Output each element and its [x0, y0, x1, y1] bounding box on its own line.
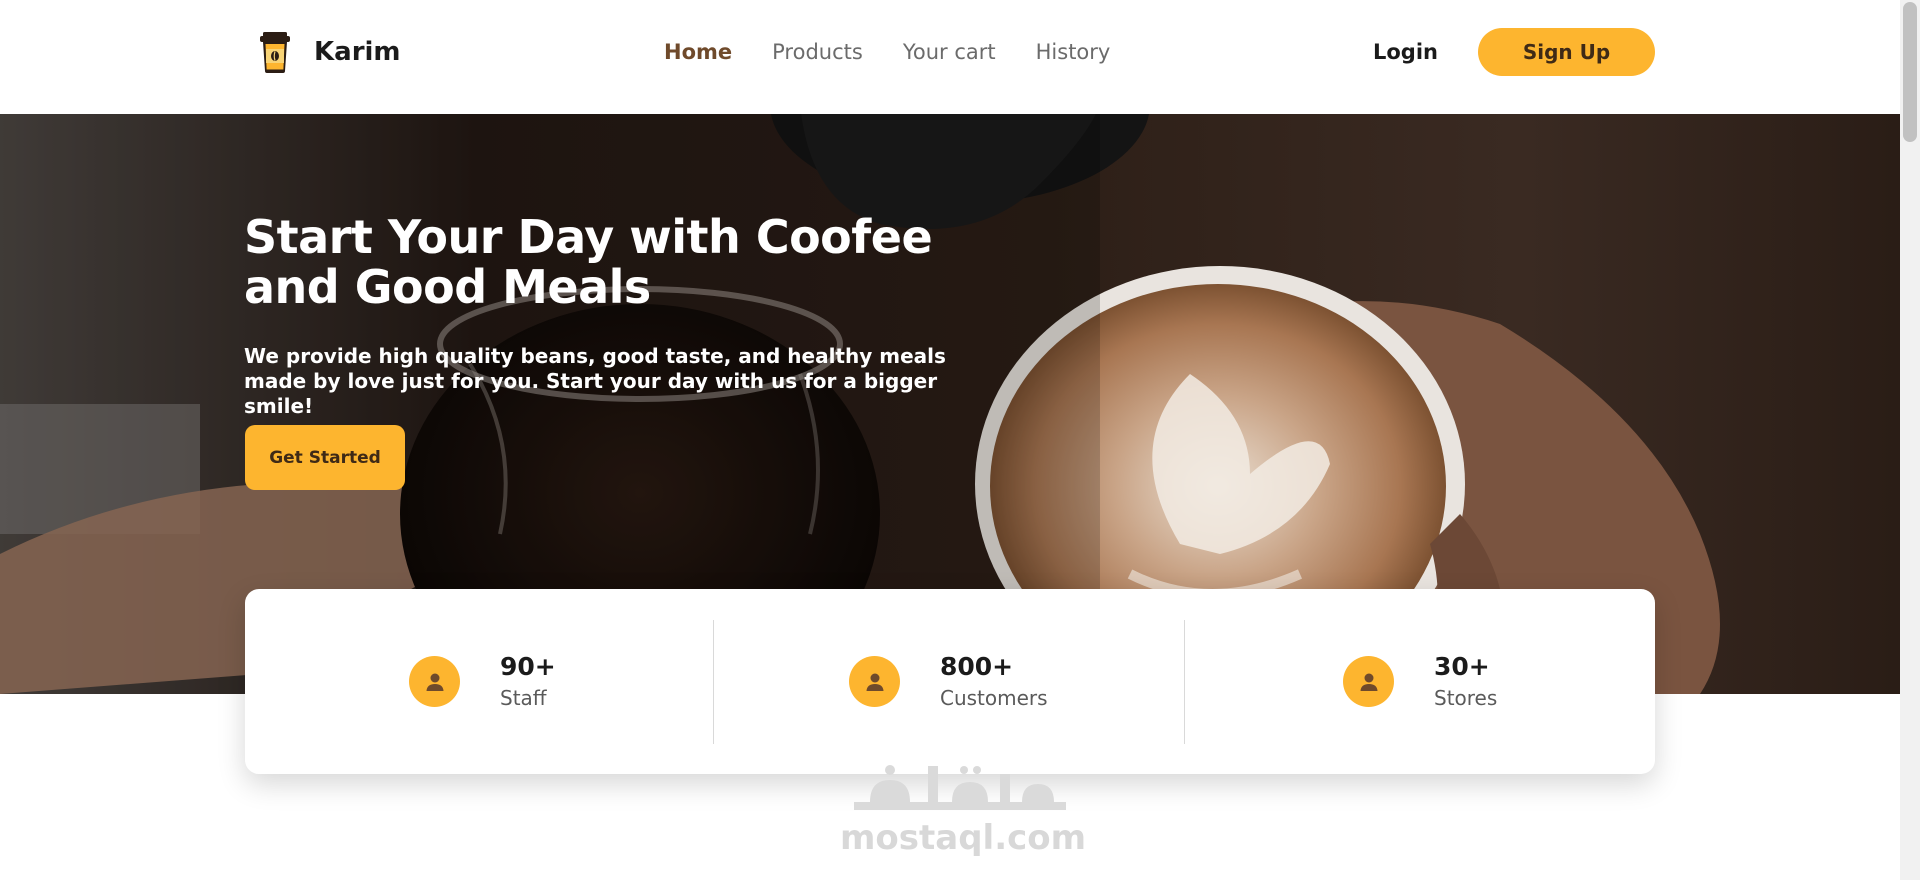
- stat-value: 30+: [1434, 651, 1490, 681]
- stat-label: Customers: [940, 685, 1048, 710]
- nav-home[interactable]: Home: [664, 36, 732, 68]
- signup-button[interactable]: Sign Up: [1478, 28, 1655, 76]
- stat-label: Staff: [500, 685, 547, 710]
- watermark-text: mostaql.com: [840, 818, 1087, 858]
- mostaql-logo-icon: [854, 765, 1066, 810]
- vertical-scrollbar[interactable]: [1900, 0, 1920, 880]
- brand-link[interactable]: Karim: [258, 30, 401, 74]
- stat-value: 800+: [940, 651, 1014, 681]
- get-started-button[interactable]: Get Started: [245, 425, 405, 490]
- stat-stores: 30+ Stores: [1343, 589, 1497, 774]
- scrollbar-thumb[interactable]: [1903, 2, 1917, 142]
- page: Karim Home Products Your cart History Lo…: [0, 0, 1920, 880]
- nav-history[interactable]: History: [1036, 36, 1111, 68]
- stat-divider: [713, 620, 714, 744]
- hero-title: Start Your Day with Coofee and Good Meal…: [244, 210, 933, 314]
- stat-customers: 800+ Customers: [849, 589, 1048, 774]
- site-header: Karim Home Products Your cart History Lo…: [0, 0, 1900, 114]
- main-nav: Home Products Your cart History: [664, 36, 1110, 68]
- stat-divider: [1184, 620, 1185, 744]
- nav-products[interactable]: Products: [772, 36, 863, 68]
- login-link[interactable]: Login: [1373, 36, 1438, 68]
- brand-name: Karim: [314, 37, 401, 67]
- watermark: mostaql.com: [840, 752, 1087, 862]
- hero-subtitle: We provide high quality beans, good tast…: [244, 344, 946, 418]
- stat-label: Stores: [1434, 685, 1498, 710]
- user-icon: [1343, 656, 1394, 707]
- stat-staff: 90+ Staff: [409, 589, 556, 774]
- stats-card: 90+ Staff 800+ Customers 30+ Stores: [245, 589, 1655, 774]
- nav-your-cart[interactable]: Your cart: [903, 36, 996, 68]
- coffee-cup-logo-icon: [260, 32, 290, 73]
- stat-value: 90+: [500, 651, 556, 681]
- user-icon: [409, 656, 460, 707]
- user-icon: [849, 656, 900, 707]
